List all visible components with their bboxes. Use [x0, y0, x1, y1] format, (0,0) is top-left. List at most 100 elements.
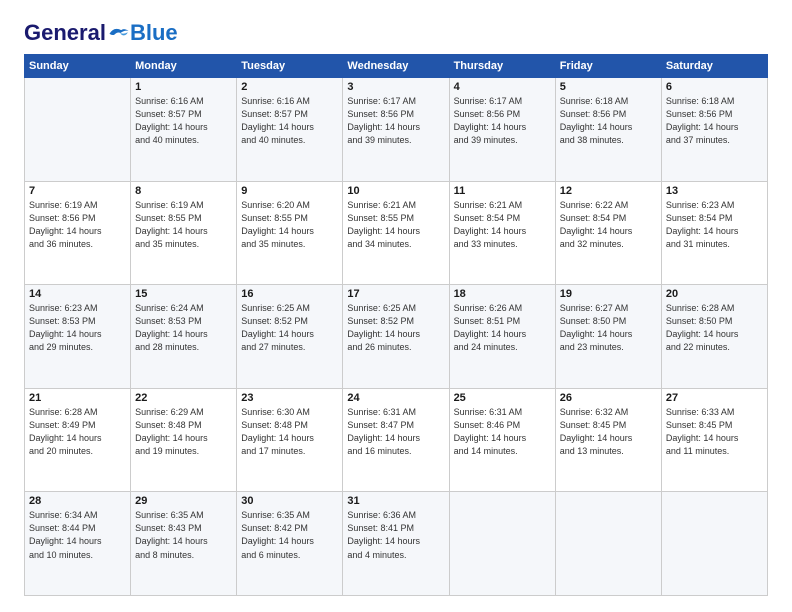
- calendar-cell: 15 Sunrise: 6:24 AM Sunset: 8:53 PM Dayli…: [131, 285, 237, 389]
- day-info: Sunrise: 6:34 AM Sunset: 8:44 PM Dayligh…: [29, 509, 126, 561]
- day-info: Sunrise: 6:23 AM Sunset: 8:53 PM Dayligh…: [29, 302, 126, 354]
- calendar-cell: 23 Sunrise: 6:30 AM Sunset: 8:48 PM Dayli…: [237, 388, 343, 492]
- day-number: 26: [560, 392, 657, 404]
- calendar-week-row: 7 Sunrise: 6:19 AM Sunset: 8:56 PM Daylig…: [25, 181, 768, 285]
- day-number: 17: [347, 288, 444, 300]
- day-number: 15: [135, 288, 232, 300]
- calendar-cell: 2 Sunrise: 6:16 AM Sunset: 8:57 PM Daylig…: [237, 78, 343, 182]
- logo-bird-icon: [108, 24, 130, 42]
- day-number: 16: [241, 288, 338, 300]
- day-number: 18: [454, 288, 551, 300]
- day-info: Sunrise: 6:17 AM Sunset: 8:56 PM Dayligh…: [454, 95, 551, 147]
- page: General Blue SundayMondayTuesdayWednesday…: [0, 0, 792, 612]
- calendar-cell: 26 Sunrise: 6:32 AM Sunset: 8:45 PM Dayli…: [555, 388, 661, 492]
- day-number: 2: [241, 81, 338, 93]
- logo-text: General Blue: [24, 20, 178, 46]
- day-number: 6: [666, 81, 763, 93]
- calendar-cell: 10Sunrise: 6:21 AM Sunset: 8:55 PM Dayli…: [343, 181, 449, 285]
- calendar-cell: 5Sunrise: 6:18 AM Sunset: 8:56 PM Daylig…: [555, 78, 661, 182]
- day-number: 30: [241, 495, 338, 507]
- calendar-cell: 29 Sunrise: 6:35 AM Sunset: 8:43 PM Dayli…: [131, 492, 237, 596]
- day-number: 24: [347, 392, 444, 404]
- day-info: Sunrise: 6:28 AM Sunset: 8:49 PM Dayligh…: [29, 406, 126, 458]
- day-info: Sunrise: 6:24 AM Sunset: 8:53 PM Dayligh…: [135, 302, 232, 354]
- logo-blue: Blue: [130, 20, 178, 46]
- day-info: Sunrise: 6:35 AM Sunset: 8:43 PM Dayligh…: [135, 509, 232, 561]
- weekday-header-wednesday: Wednesday: [343, 55, 449, 78]
- calendar-cell: 24Sunrise: 6:31 AM Sunset: 8:47 PM Dayli…: [343, 388, 449, 492]
- calendar-cell: [661, 492, 767, 596]
- weekday-header-tuesday: Tuesday: [237, 55, 343, 78]
- day-number: 19: [560, 288, 657, 300]
- calendar-cell: 20 Sunrise: 6:28 AM Sunset: 8:50 PM Dayli…: [661, 285, 767, 389]
- day-info: Sunrise: 6:35 AM Sunset: 8:42 PM Dayligh…: [241, 509, 338, 561]
- calendar-cell: 4 Sunrise: 6:17 AM Sunset: 8:56 PM Daylig…: [449, 78, 555, 182]
- weekday-header-saturday: Saturday: [661, 55, 767, 78]
- day-info: Sunrise: 6:18 AM Sunset: 8:56 PM Dayligh…: [560, 95, 657, 147]
- calendar-cell: [449, 492, 555, 596]
- calendar-cell: 30 Sunrise: 6:35 AM Sunset: 8:42 PM Dayli…: [237, 492, 343, 596]
- day-info: Sunrise: 6:20 AM Sunset: 8:55 PM Dayligh…: [241, 199, 338, 251]
- day-number: 8: [135, 185, 232, 197]
- weekday-header-thursday: Thursday: [449, 55, 555, 78]
- day-number: 4: [454, 81, 551, 93]
- day-info: Sunrise: 6:29 AM Sunset: 8:48 PM Dayligh…: [135, 406, 232, 458]
- weekday-header-monday: Monday: [131, 55, 237, 78]
- day-info: Sunrise: 6:36 AM Sunset: 8:41 PM Dayligh…: [347, 509, 444, 561]
- calendar-cell: 17Sunrise: 6:25 AM Sunset: 8:52 PM Dayli…: [343, 285, 449, 389]
- calendar-cell: 1 Sunrise: 6:16 AM Sunset: 8:57 PM Daylig…: [131, 78, 237, 182]
- calendar-cell: 31 Sunrise: 6:36 AM Sunset: 8:41 PM Dayli…: [343, 492, 449, 596]
- weekday-header-sunday: Sunday: [25, 55, 131, 78]
- day-number: 25: [454, 392, 551, 404]
- calendar-week-row: 21Sunrise: 6:28 AM Sunset: 8:49 PM Dayli…: [25, 388, 768, 492]
- day-info: Sunrise: 6:16 AM Sunset: 8:57 PM Dayligh…: [135, 95, 232, 147]
- day-info: Sunrise: 6:28 AM Sunset: 8:50 PM Dayligh…: [666, 302, 763, 354]
- day-number: 22: [135, 392, 232, 404]
- calendar-cell: 7 Sunrise: 6:19 AM Sunset: 8:56 PM Daylig…: [25, 181, 131, 285]
- day-number: 29: [135, 495, 232, 507]
- day-number: 23: [241, 392, 338, 404]
- calendar-cell: 25 Sunrise: 6:31 AM Sunset: 8:46 PM Dayli…: [449, 388, 555, 492]
- calendar-cell: 22 Sunrise: 6:29 AM Sunset: 8:48 PM Dayli…: [131, 388, 237, 492]
- day-number: 20: [666, 288, 763, 300]
- calendar-week-row: 28 Sunrise: 6:34 AM Sunset: 8:44 PM Dayli…: [25, 492, 768, 596]
- day-info: Sunrise: 6:19 AM Sunset: 8:56 PM Dayligh…: [29, 199, 126, 251]
- logo-general: General: [24, 20, 106, 46]
- day-info: Sunrise: 6:22 AM Sunset: 8:54 PM Dayligh…: [560, 199, 657, 251]
- day-info: Sunrise: 6:16 AM Sunset: 8:57 PM Dayligh…: [241, 95, 338, 147]
- weekday-header-friday: Friday: [555, 55, 661, 78]
- day-info: Sunrise: 6:33 AM Sunset: 8:45 PM Dayligh…: [666, 406, 763, 458]
- day-number: 7: [29, 185, 126, 197]
- calendar-cell: 13 Sunrise: 6:23 AM Sunset: 8:54 PM Dayli…: [661, 181, 767, 285]
- day-info: Sunrise: 6:19 AM Sunset: 8:55 PM Dayligh…: [135, 199, 232, 251]
- day-info: Sunrise: 6:23 AM Sunset: 8:54 PM Dayligh…: [666, 199, 763, 251]
- calendar-cell: 6 Sunrise: 6:18 AM Sunset: 8:56 PM Daylig…: [661, 78, 767, 182]
- calendar-week-row: 1 Sunrise: 6:16 AM Sunset: 8:57 PM Daylig…: [25, 78, 768, 182]
- day-info: Sunrise: 6:25 AM Sunset: 8:52 PM Dayligh…: [241, 302, 338, 354]
- day-number: 11: [454, 185, 551, 197]
- day-info: Sunrise: 6:32 AM Sunset: 8:45 PM Dayligh…: [560, 406, 657, 458]
- calendar-cell: 16 Sunrise: 6:25 AM Sunset: 8:52 PM Dayli…: [237, 285, 343, 389]
- day-number: 13: [666, 185, 763, 197]
- day-info: Sunrise: 6:30 AM Sunset: 8:48 PM Dayligh…: [241, 406, 338, 458]
- day-number: 31: [347, 495, 444, 507]
- day-number: 10: [347, 185, 444, 197]
- calendar-table: SundayMondayTuesdayWednesdayThursdayFrid…: [24, 54, 768, 596]
- calendar-header-row: SundayMondayTuesdayWednesdayThursdayFrid…: [25, 55, 768, 78]
- day-number: 1: [135, 81, 232, 93]
- calendar-cell: [555, 492, 661, 596]
- calendar-cell: 21Sunrise: 6:28 AM Sunset: 8:49 PM Dayli…: [25, 388, 131, 492]
- header: General Blue: [24, 20, 768, 44]
- day-info: Sunrise: 6:31 AM Sunset: 8:46 PM Dayligh…: [454, 406, 551, 458]
- day-number: 3: [347, 81, 444, 93]
- calendar-cell: 27 Sunrise: 6:33 AM Sunset: 8:45 PM Dayli…: [661, 388, 767, 492]
- day-number: 9: [241, 185, 338, 197]
- calendar-cell: 12Sunrise: 6:22 AM Sunset: 8:54 PM Dayli…: [555, 181, 661, 285]
- day-info: Sunrise: 6:18 AM Sunset: 8:56 PM Dayligh…: [666, 95, 763, 147]
- calendar-cell: 3 Sunrise: 6:17 AM Sunset: 8:56 PM Daylig…: [343, 78, 449, 182]
- day-number: 27: [666, 392, 763, 404]
- calendar-cell: 18 Sunrise: 6:26 AM Sunset: 8:51 PM Dayli…: [449, 285, 555, 389]
- day-info: Sunrise: 6:17 AM Sunset: 8:56 PM Dayligh…: [347, 95, 444, 147]
- day-info: Sunrise: 6:26 AM Sunset: 8:51 PM Dayligh…: [454, 302, 551, 354]
- day-number: 28: [29, 495, 126, 507]
